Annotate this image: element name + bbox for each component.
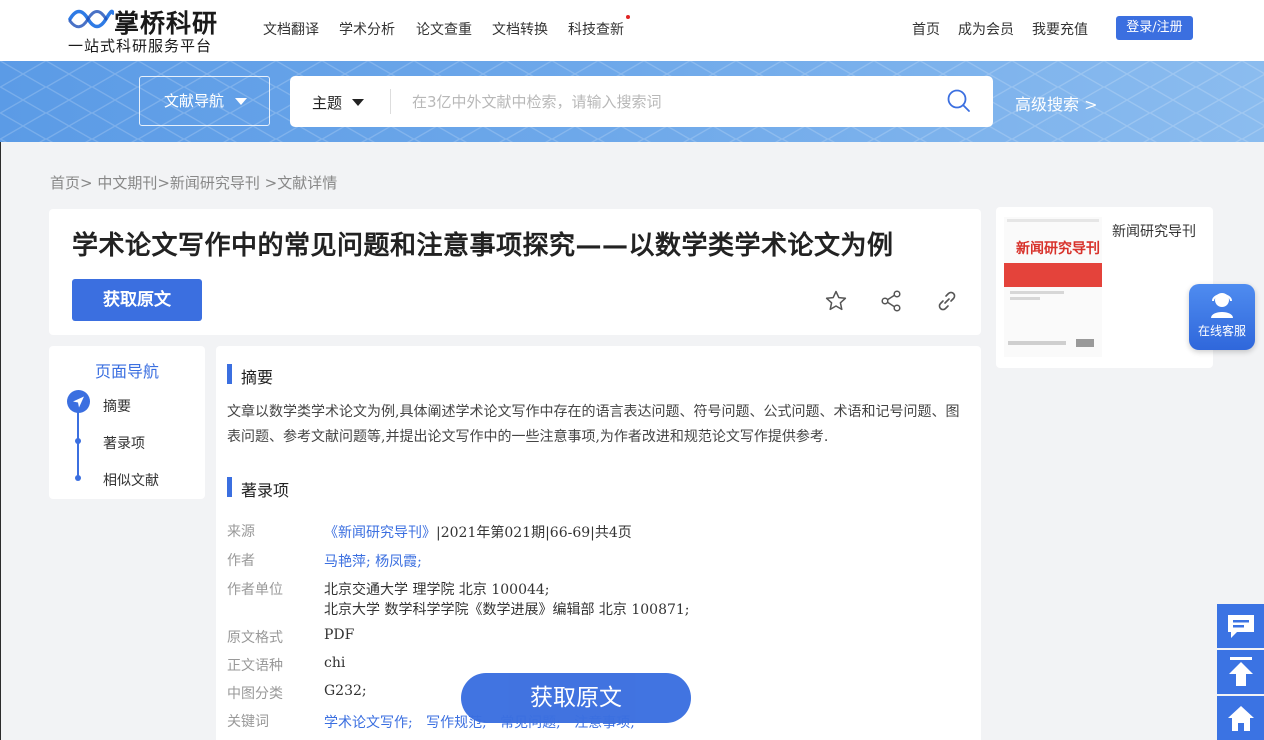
source-journal-link[interactable]: 《新闻研究导刊》 xyxy=(324,525,436,541)
online-customer-service[interactable]: 在线客服 xyxy=(1189,284,1255,350)
floating-get-fulltext-button[interactable]: 获取原文 xyxy=(461,673,691,723)
affiliation-2: 北京大学 数学科学学院《数学进展》编辑部 北京 100871; xyxy=(324,602,690,618)
page-nav-title: 页面导航 xyxy=(94,362,159,381)
search-box: 主题 xyxy=(290,76,993,127)
star-icon[interactable] xyxy=(824,289,848,313)
abstract-text: 文章以数学类学术论文为例,具体阐述学术论文写作中存在的语言表达问题、符号问题、公… xyxy=(227,404,960,445)
logo-slogan: 一站式科研服务平台 xyxy=(68,37,213,55)
logo[interactable]: 掌桥科研 一站式科研服务平台 xyxy=(68,4,228,56)
page-nav-dot xyxy=(75,438,81,444)
journal-card[interactable]: 新闻研究导刊 新闻研究导刊 xyxy=(996,207,1213,368)
nav-translate[interactable]: 文档翻译 xyxy=(263,19,319,39)
share-icon[interactable] xyxy=(879,289,903,313)
new-badge-dot xyxy=(626,15,630,19)
search-input[interactable] xyxy=(412,88,932,115)
arrow-up-icon xyxy=(1229,657,1253,686)
page-nav-record[interactable]: 著录项 xyxy=(103,433,145,453)
journal-cover-title: 新闻研究导刊 xyxy=(1016,240,1100,257)
search-divider xyxy=(390,89,391,114)
classification-value: G232; xyxy=(324,683,367,699)
home-icon xyxy=(1228,706,1254,731)
page-navigation: 页面导航 摘要 著录项 相似文献 xyxy=(49,346,205,499)
nav-home[interactable]: 首页 xyxy=(912,19,940,39)
page-nav-similar[interactable]: 相似文献 xyxy=(103,470,159,490)
authors-link[interactable]: 马艳萍; 杨凤霞; xyxy=(324,551,422,571)
classification-label: 中图分类 xyxy=(227,686,283,702)
source-label: 来源 xyxy=(227,524,255,540)
search-type-dropdown[interactable]: 主题 xyxy=(312,92,342,113)
article-title-card: 学术论文写作中的常见问题和注意事项探究——以数学类学术论文为例 获取原文 xyxy=(49,209,981,335)
literature-nav-label: 文献导航 xyxy=(164,92,225,110)
nav-convert[interactable]: 文档转换 xyxy=(492,19,548,39)
location-arrow-icon xyxy=(73,396,84,408)
literature-nav-dropdown[interactable]: 文献导航 xyxy=(139,76,270,126)
affiliation-label: 作者单位 xyxy=(227,582,283,598)
search-icon[interactable] xyxy=(946,88,972,114)
customer-service-label: 在线客服 xyxy=(1197,324,1246,338)
section-marker xyxy=(227,364,232,384)
breadcrumb[interactable]: 首页> 中文期刊>新闻研究导刊 >文献详情 xyxy=(50,172,337,193)
logo-wave-icon xyxy=(68,9,114,29)
link-icon[interactable] xyxy=(935,289,959,313)
top-navbar: 掌桥科研 一站式科研服务平台 文档翻译 学术分析 论文查重 文档转换 科技查新 … xyxy=(0,0,1264,61)
feedback-button[interactable] xyxy=(1217,604,1264,648)
section-marker xyxy=(227,477,232,497)
page-nav-active-marker xyxy=(67,390,90,413)
search-band: 文献导航 主题 高级搜索 > xyxy=(0,61,1264,142)
source-value: 《新闻研究导刊》|2021年第021期|66-69|共4页 xyxy=(324,522,632,542)
login-register-button[interactable]: 登录/注册 xyxy=(1116,16,1193,40)
comment-icon xyxy=(1228,615,1254,638)
get-fulltext-button[interactable]: 获取原文 xyxy=(72,279,202,321)
nav-analysis[interactable]: 学术分析 xyxy=(339,19,395,39)
abstract-heading: 摘要 xyxy=(241,368,274,387)
record-heading: 著录项 xyxy=(241,481,290,500)
home-button[interactable] xyxy=(1217,696,1264,740)
authors-label: 作者 xyxy=(227,553,255,569)
article-title: 学术论文写作中的常见问题和注意事项探究——以数学类学术论文为例 xyxy=(72,231,894,261)
page-nav-dot xyxy=(75,475,81,481)
journal-cover-image[interactable]: 新闻研究导刊 xyxy=(1004,217,1102,357)
language-label: 正文语种 xyxy=(227,658,283,674)
caret-down-icon xyxy=(235,98,247,105)
affiliation-1: 北京交通大学 理学院 北京 100044; xyxy=(324,582,550,598)
nav-recharge[interactable]: 我要充值 xyxy=(1032,19,1088,39)
nav-plagiarism[interactable]: 论文查重 xyxy=(416,19,472,39)
format-label: 原文格式 xyxy=(227,630,283,646)
caret-down-icon[interactable] xyxy=(352,99,364,106)
nav-membership[interactable]: 成为会员 xyxy=(958,19,1014,39)
format-value: PDF xyxy=(324,627,355,643)
language-value: chi xyxy=(324,655,346,671)
keywords-label: 关键词 xyxy=(227,714,269,730)
customer-service-icon xyxy=(1211,293,1233,318)
source-detail: |2021年第021期|66-69|共4页 xyxy=(436,525,632,541)
advanced-search-link[interactable]: 高级搜索 > xyxy=(1015,91,1098,115)
page-nav-abstract[interactable]: 摘要 xyxy=(103,396,131,416)
nav-novelty[interactable]: 科技查新 xyxy=(568,19,624,39)
journal-name[interactable]: 新闻研究导刊 xyxy=(1112,221,1196,241)
back-to-top-button[interactable] xyxy=(1217,650,1264,694)
